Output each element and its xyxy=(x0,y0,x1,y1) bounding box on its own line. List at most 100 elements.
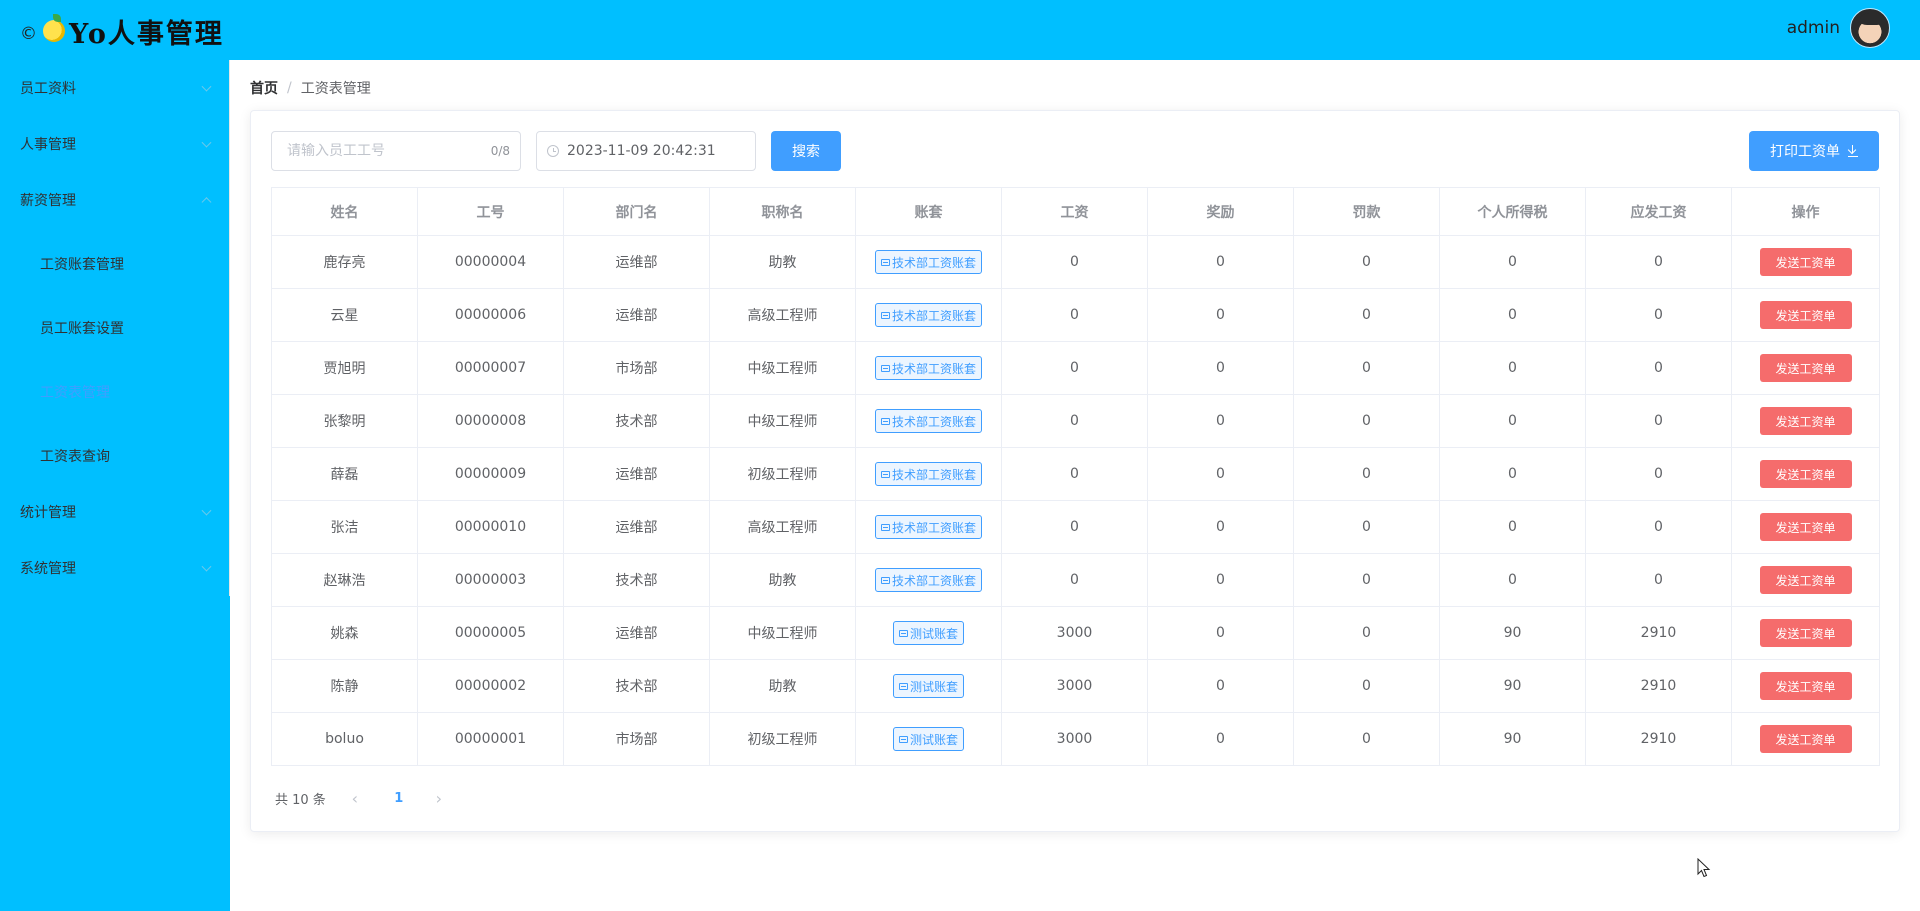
account-tag: 技术部工资账套 xyxy=(874,356,982,380)
cell-net: 2910 xyxy=(1585,712,1732,766)
cell-account: 技术部工资账套 xyxy=(855,341,1002,395)
sidebar-item-label: 人事管理 xyxy=(20,137,76,153)
employee-id-search[interactable]: 0/8 xyxy=(271,131,521,171)
cell-bonus: 0 xyxy=(1147,659,1294,713)
cell-bonus: 0 xyxy=(1147,447,1294,501)
account-tag-label: 技术部工资账套 xyxy=(891,573,976,588)
sidebar-item-salary[interactable]: 薪资管理 xyxy=(0,172,230,228)
cell-fine: 0 xyxy=(1293,394,1440,448)
main-content: 首页 / 工资表管理 0/8 2023-11-09 20:42:31 搜索 打印… xyxy=(230,60,1920,911)
column-header: 工号 xyxy=(417,187,564,236)
sidebar-item-hr[interactable]: 人事管理 xyxy=(0,116,230,172)
chevron-left-icon[interactable]: ‹ xyxy=(340,789,370,808)
cell-dept: 技术部 xyxy=(563,659,710,713)
send-payslip-button[interactable]: 发送工资单 xyxy=(1759,672,1852,700)
cell-account: 测试账套 xyxy=(855,712,1002,766)
account-tag: 技术部工资账套 xyxy=(874,303,982,327)
sidebar-item-system[interactable]: 系统管理 xyxy=(0,540,230,596)
send-payslip-button[interactable]: 发送工资单 xyxy=(1759,248,1852,276)
sidebar-item-employee-info[interactable]: 员工资料 xyxy=(0,60,230,116)
send-payslip-button[interactable]: 发送工资单 xyxy=(1759,513,1852,541)
table-row: 姚森 00000005 运维部 中级工程师 测试账套 3000 0 0 90 2… xyxy=(271,606,1880,660)
user-menu[interactable]: admin xyxy=(1787,8,1890,48)
cell-salary: 3000 xyxy=(1001,659,1148,713)
cell-action: 发送工资单 xyxy=(1731,606,1880,660)
cell-title: 助教 xyxy=(709,659,856,713)
print-payslip-button[interactable]: 打印工资单 xyxy=(1749,131,1879,171)
date-value[interactable]: 2023-11-09 20:42:31 xyxy=(567,143,716,159)
salary-table: 姓名 工号 部门名 职称名 账套 工资 奖励 罚款 个人所得税 应发工资 操作 … xyxy=(271,187,1880,766)
column-header: 工资 xyxy=(1001,187,1148,236)
table-row: 张洁 00000010 运维部 高级工程师 技术部工资账套 0 0 0 0 0 … xyxy=(271,500,1880,554)
cell-dept: 市场部 xyxy=(563,712,710,766)
sidebar-subitem-employee-account[interactable]: 员工账套设置 xyxy=(0,300,230,356)
cell-name: 云星 xyxy=(271,288,418,342)
cell-salary: 0 xyxy=(1001,553,1148,607)
sidebar-item-label: 员工资料 xyxy=(20,81,76,97)
chevron-up-icon xyxy=(201,197,212,208)
cell-id: 00000006 xyxy=(417,288,564,342)
cell-tax: 0 xyxy=(1439,447,1586,501)
pagination-total: 共 10 条 xyxy=(275,793,326,808)
send-payslip-button[interactable]: 发送工资单 xyxy=(1759,354,1852,382)
send-payslip-button[interactable]: 发送工资单 xyxy=(1759,725,1852,753)
sidebar-subitem-salary-query[interactable]: 工资表查询 xyxy=(0,428,230,484)
cell-account: 技术部工资账套 xyxy=(855,553,1002,607)
cell-dept: 市场部 xyxy=(563,341,710,395)
breadcrumb-current: 工资表管理 xyxy=(300,81,371,97)
column-header: 操作 xyxy=(1731,187,1880,236)
cell-fine: 0 xyxy=(1293,447,1440,501)
search-button[interactable]: 搜索 xyxy=(771,131,841,171)
table-row: 薛磊 00000009 运维部 初级工程师 技术部工资账套 0 0 0 0 0 … xyxy=(271,447,1880,501)
cell-id: 00000005 xyxy=(417,606,564,660)
breadcrumb-home[interactable]: 首页 xyxy=(250,78,278,98)
mouse-cursor-icon xyxy=(1697,858,1711,878)
sidebar-subitem-salary-table[interactable]: 工资表管理 xyxy=(0,364,230,420)
download-icon xyxy=(1848,145,1858,157)
search-input[interactable] xyxy=(287,143,491,159)
sidebar-subitem-label: 工资表查询 xyxy=(40,449,110,465)
cell-title: 高级工程师 xyxy=(709,288,856,342)
cell-title: 中级工程师 xyxy=(709,394,856,448)
cell-dept: 运维部 xyxy=(563,447,710,501)
ticket-icon xyxy=(898,735,908,743)
copyright-mark: © xyxy=(20,24,37,44)
send-payslip-button[interactable]: 发送工资单 xyxy=(1759,619,1852,647)
cell-title: 助教 xyxy=(709,235,856,289)
column-header: 应发工资 xyxy=(1585,187,1732,236)
cell-fine: 0 xyxy=(1293,341,1440,395)
date-picker[interactable]: 2023-11-09 20:42:31 xyxy=(536,131,756,171)
cell-id: 00000003 xyxy=(417,553,564,607)
cell-fine: 0 xyxy=(1293,235,1440,289)
send-payslip-button[interactable]: 发送工资单 xyxy=(1759,566,1852,594)
cell-account: 测试账套 xyxy=(855,659,1002,713)
table-row: 陈静 00000002 技术部 助教 测试账套 3000 0 0 90 2910… xyxy=(271,659,1880,713)
send-payslip-button[interactable]: 发送工资单 xyxy=(1759,301,1852,329)
print-button-label: 打印工资单 xyxy=(1770,144,1840,160)
username[interactable]: admin xyxy=(1787,18,1840,38)
column-header: 个人所得税 xyxy=(1439,187,1586,236)
cell-tax: 0 xyxy=(1439,235,1586,289)
chevron-right-icon[interactable]: › xyxy=(424,789,454,808)
cell-id: 00000008 xyxy=(417,394,564,448)
send-payslip-button[interactable]: 发送工资单 xyxy=(1759,460,1852,488)
cell-salary: 0 xyxy=(1001,235,1148,289)
cell-tax: 0 xyxy=(1439,553,1586,607)
account-tag: 测试账套 xyxy=(892,727,964,751)
send-payslip-button[interactable]: 发送工资单 xyxy=(1759,407,1852,435)
sidebar-subitem-salary-account[interactable]: 工资账套管理 xyxy=(0,236,230,292)
sidebar-item-statistics[interactable]: 统计管理 xyxy=(0,484,230,540)
avatar[interactable] xyxy=(1850,8,1890,48)
cell-net: 0 xyxy=(1585,341,1732,395)
cell-net: 0 xyxy=(1585,447,1732,501)
account-tag: 技术部工资账套 xyxy=(874,462,982,486)
app-title: Yo人事管理 xyxy=(69,18,224,50)
top-header: © Yo人事管理 admin xyxy=(0,0,1920,60)
cell-name: 鹿存亮 xyxy=(271,235,418,289)
cell-account: 技术部工资账套 xyxy=(855,288,1002,342)
cell-salary: 0 xyxy=(1001,394,1148,448)
cell-bonus: 0 xyxy=(1147,712,1294,766)
cell-account: 测试账套 xyxy=(855,606,1002,660)
pagination-page[interactable]: 1 xyxy=(384,791,414,806)
table-row: 张黎明 00000008 技术部 中级工程师 技术部工资账套 0 0 0 0 0… xyxy=(271,394,1880,448)
